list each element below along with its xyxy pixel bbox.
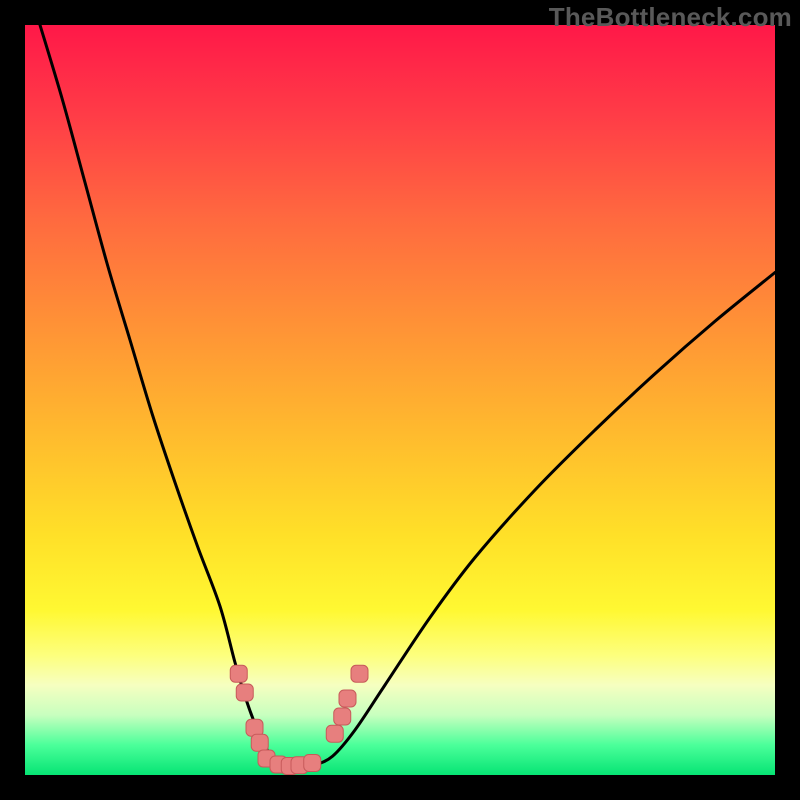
curve-marker (339, 690, 356, 707)
curve-marker (304, 755, 321, 772)
curve-marker (251, 734, 268, 751)
curve-marker (236, 684, 253, 701)
curve-marker (230, 665, 247, 682)
curve-markers (230, 665, 368, 774)
curve-marker (326, 725, 343, 742)
bottleneck-curve (40, 25, 775, 766)
curve-marker (334, 708, 351, 725)
curve-marker (246, 719, 263, 736)
curve-marker (351, 665, 368, 682)
watermark-text: TheBottleneck.com (549, 2, 792, 33)
chart-plot-area (25, 25, 775, 775)
chart-svg (25, 25, 775, 775)
